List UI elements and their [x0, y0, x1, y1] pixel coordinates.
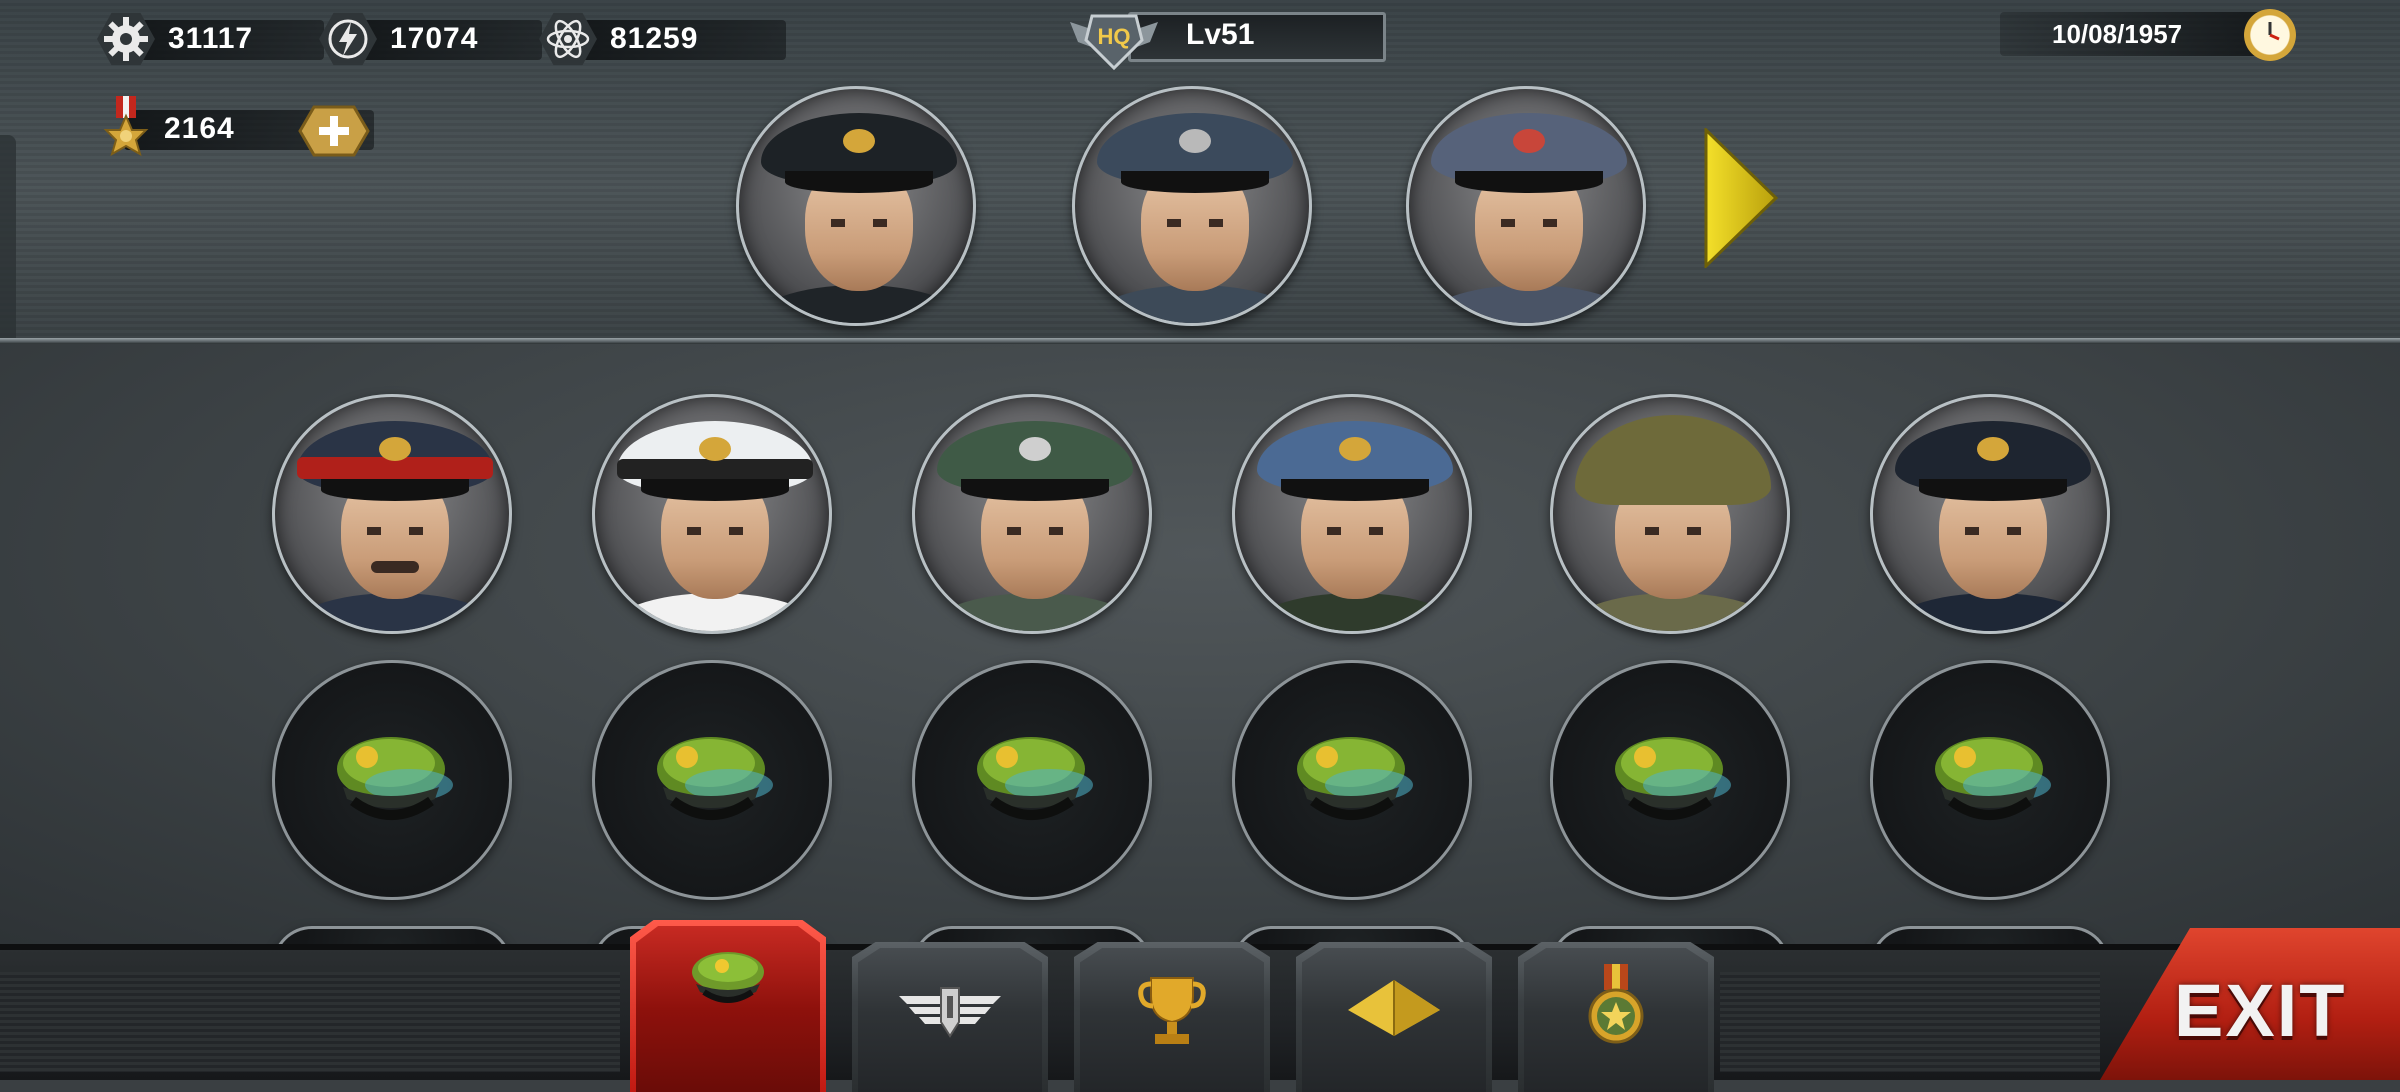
- gear-icon: [94, 7, 158, 71]
- resource-parts: 31117: [94, 12, 324, 66]
- general-card-6[interactable]: [1870, 394, 2110, 634]
- bottom-nav-bar: [0, 920, 2400, 1092]
- pyramid-icon: [1344, 976, 1444, 1045]
- tab-wings[interactable]: [852, 942, 1048, 1092]
- featured-general-1[interactable]: [736, 86, 976, 326]
- medal-count: 2164: [164, 112, 235, 145]
- general-card-4[interactable]: [1232, 394, 1472, 634]
- side-drawer-handle[interactable]: [0, 135, 16, 365]
- empty-general-slot[interactable]: [272, 660, 512, 900]
- officer-cap-icon: [686, 946, 770, 1015]
- officer-cap-icon: [327, 725, 463, 835]
- tab-medal[interactable]: [1518, 942, 1714, 1092]
- medal-icon: [94, 96, 158, 161]
- general-card-3[interactable]: [912, 394, 1152, 634]
- officer-cap-icon: [1605, 725, 1741, 835]
- empty-general-slot[interactable]: [1232, 660, 1472, 900]
- general-card-2[interactable]: [592, 394, 832, 634]
- trophy-icon: [1137, 972, 1207, 1053]
- tab-pyramid[interactable]: [1296, 942, 1492, 1092]
- lightning-icon: [316, 7, 380, 71]
- resource-energy: 17074: [316, 12, 542, 66]
- date-text: 10/08/1957: [2052, 19, 2183, 49]
- tab-generals[interactable]: [630, 920, 826, 1092]
- add-medals-button[interactable]: [298, 104, 370, 158]
- resource-atom: 81259: [536, 12, 786, 66]
- parts-count: 31117: [168, 22, 254, 55]
- officer-cap-icon: [967, 725, 1103, 835]
- empty-general-slot[interactable]: [592, 660, 832, 900]
- hq-level-text: Lv51: [1186, 18, 1255, 51]
- next-arrow-button[interactable]: [1700, 126, 1780, 270]
- atom-count: 81259: [610, 22, 699, 55]
- atom-icon: [536, 7, 600, 71]
- empty-general-slot[interactable]: [912, 660, 1152, 900]
- game-date: 10/08/1957: [2000, 6, 2300, 61]
- energy-count: 17074: [390, 22, 479, 55]
- hq-badge-icon: HQ: [1068, 8, 1160, 72]
- officer-cap-icon: [647, 725, 783, 835]
- hq-badge-label: HQ: [1098, 24, 1131, 49]
- officer-cap-icon: [1287, 725, 1423, 835]
- hq-level[interactable]: Lv51 HQ: [1068, 8, 1386, 71]
- general-card-5[interactable]: [1550, 394, 1790, 634]
- exit-label: EXIT: [2174, 969, 2347, 1052]
- resource-medals: 2164: [94, 96, 374, 157]
- empty-general-slot[interactable]: [1870, 660, 2110, 900]
- clock-icon[interactable]: [2244, 9, 2296, 61]
- exit-button[interactable]: EXIT: [2100, 928, 2400, 1080]
- officer-cap-icon: [1925, 725, 2061, 835]
- featured-general-3[interactable]: [1406, 86, 1646, 326]
- wings-icon: [895, 982, 1005, 1043]
- featured-general-2[interactable]: [1072, 86, 1312, 326]
- tab-trophy[interactable]: [1074, 942, 1270, 1092]
- general-card-1[interactable]: [272, 394, 512, 634]
- medal-star-icon: [1584, 964, 1648, 1055]
- empty-general-slot[interactable]: [1550, 660, 1790, 900]
